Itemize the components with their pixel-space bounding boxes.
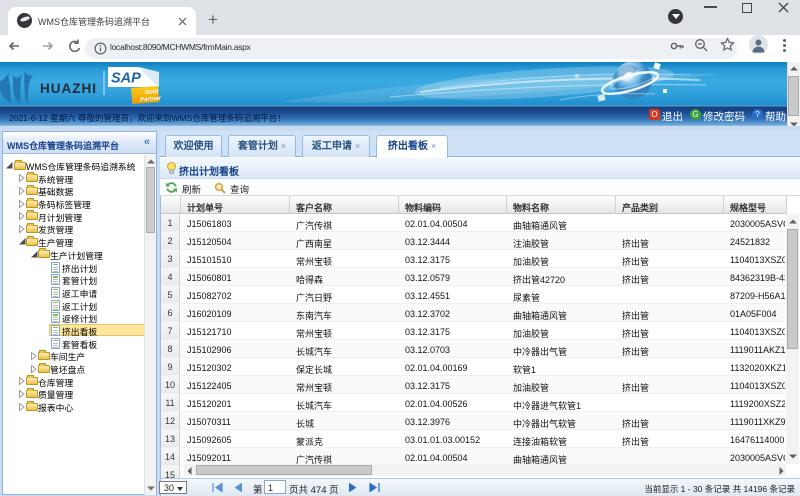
svg-text:Gold: Gold <box>144 89 158 96</box>
svg-text:SAP: SAP <box>111 71 141 87</box>
svg-text:Partner: Partner <box>140 96 162 103</box>
svg-text:HUAZHI: HUAZHI <box>40 81 97 96</box>
